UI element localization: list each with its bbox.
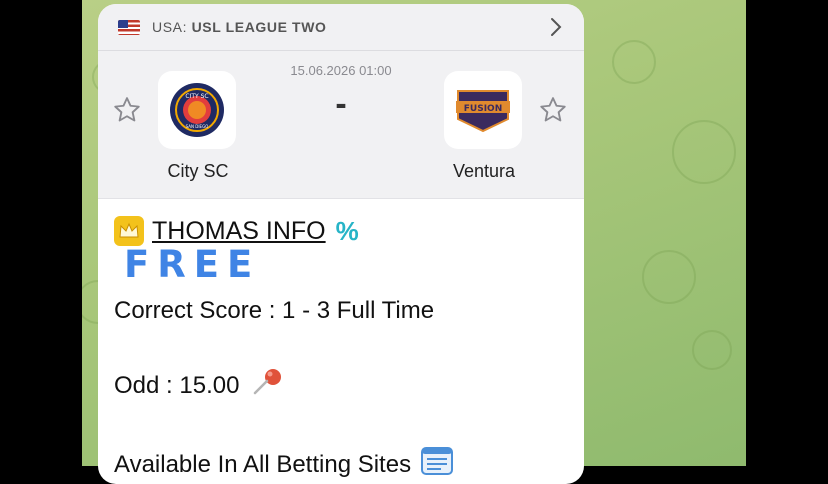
chevron-right-icon[interactable] xyxy=(542,13,570,41)
star-outline-icon[interactable] xyxy=(538,95,568,125)
odd-line: Odd : 15.00 xyxy=(114,367,584,404)
crown-icon xyxy=(114,216,144,246)
league-name: USL LEAGUE TWO xyxy=(191,19,327,35)
svg-text:SAN DIEGO: SAN DIEGO xyxy=(186,124,209,129)
availability-line: Available In All Betting Sites xyxy=(114,446,584,483)
match-preview[interactable]: USA: USL LEAGUE TWO 15.06.2026 01:00 - C… xyxy=(98,4,584,199)
message-card: USA: USL LEAGUE TWO 15.06.2026 01:00 - C… xyxy=(98,4,584,484)
percent-emoji: % xyxy=(335,215,359,246)
availability-text: Available In All Betting Sites xyxy=(114,450,412,478)
home-team-badge[interactable]: CITY SC SAN DIEGO xyxy=(158,71,236,149)
city-sc-logo: CITY SC SAN DIEGO xyxy=(170,83,224,137)
message-title: THOMAS INFO xyxy=(152,216,326,245)
league-row[interactable]: USA: USL LEAGUE TWO xyxy=(98,4,584,51)
league-label: USA: USL LEAGUE TWO xyxy=(152,19,327,35)
league-country: USA: xyxy=(152,19,188,35)
correct-score-text: Correct Score : 1 - 3 Full Time xyxy=(114,297,435,324)
svg-text:CITY SC: CITY SC xyxy=(185,93,208,100)
document-emoji xyxy=(421,446,454,483)
ventura-fusion-logo: FUSION xyxy=(456,90,510,133)
message-body: THOMAS INFO % FREE Correct Score : 1 - 3… xyxy=(98,199,584,483)
home-team-name: City SC xyxy=(167,161,229,181)
teams-row: 15.06.2026 01:00 - CITY SC SAN DIEGO Cit… xyxy=(98,51,584,199)
us-flag-icon xyxy=(118,19,140,35)
svg-text:FUSION: FUSION xyxy=(464,104,502,114)
free-tag: FREE xyxy=(124,243,261,286)
pushpin-emoji xyxy=(249,367,283,404)
odd-text: Odd : 15.00 xyxy=(114,371,240,399)
away-team-name: Ventura xyxy=(452,161,516,181)
star-outline-icon[interactable] xyxy=(112,95,142,125)
away-team-badge[interactable]: FUSION xyxy=(444,71,522,149)
